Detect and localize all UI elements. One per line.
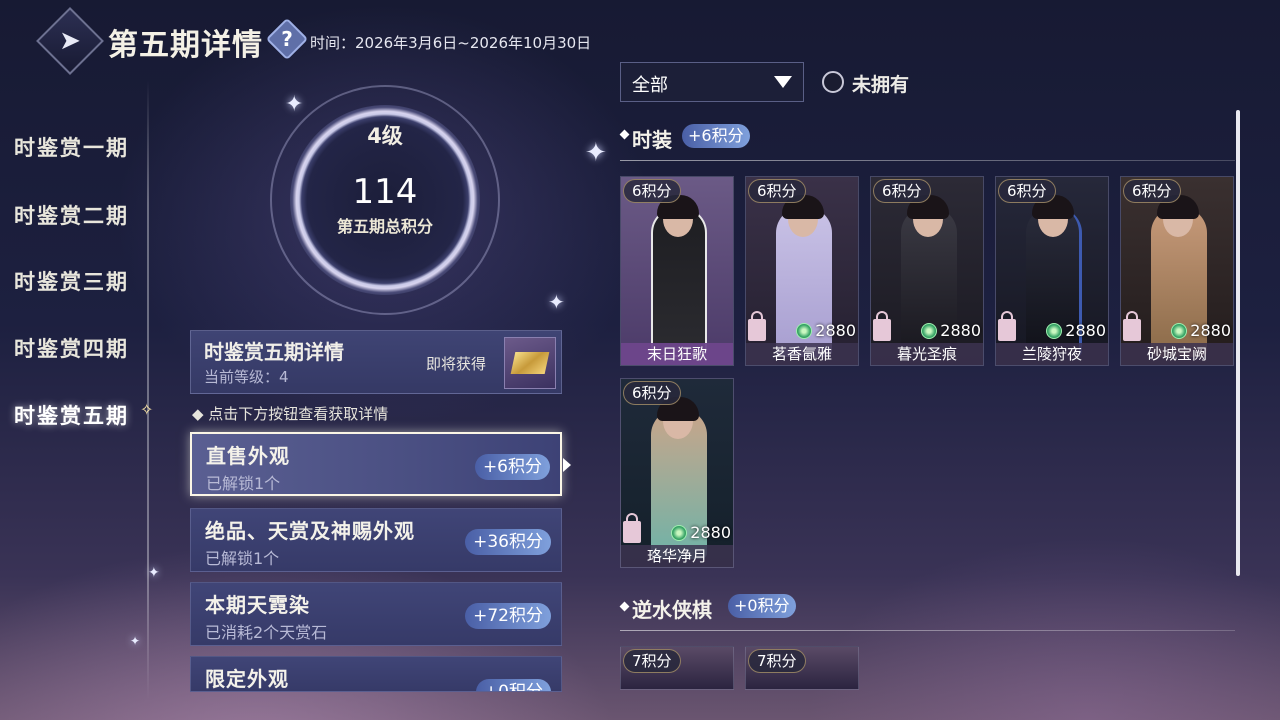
section-bullet-icon (619, 601, 630, 612)
sparkle-icon: ✦ (585, 138, 607, 168)
lock-icon (623, 513, 641, 543)
item-points-badge: 6积分 (1123, 179, 1181, 203)
sparkle-icon: ✦ (285, 92, 304, 117)
chess-item[interactable]: 7积分 (620, 646, 734, 690)
category-premium-appearance[interactable]: 绝品、天赏及神赐外观 已解锁1个 +36积分 (190, 508, 562, 572)
jade-coin-icon (796, 323, 813, 339)
category-dye[interactable]: 本期天霓染 已消耗2个天赏石 +72积分 (190, 582, 562, 646)
period-detail-title: 时鉴赏五期详情 (204, 340, 344, 364)
category-points-badge: +0积分 (475, 679, 551, 691)
category-points-badge: +36积分 (465, 529, 551, 555)
active-category-arrow-icon (563, 458, 571, 472)
category-subtitle: 已消耗2个天赏石 (205, 623, 328, 642)
category-title: 本期天霓染 (205, 593, 310, 617)
active-indicator-icon: ✧ (140, 400, 154, 419)
item-points-badge: 6积分 (748, 179, 806, 203)
fashion-item[interactable]: 6积分 2880 暮光圣痕 (870, 176, 984, 366)
item-points-badge: 6积分 (623, 381, 681, 405)
item-name: 兰陵狩夜 (996, 343, 1108, 365)
section-title-fashion: 时装 (632, 128, 672, 152)
category-points-badge: +72积分 (465, 603, 551, 629)
category-direct-sale[interactable]: 直售外观 已解锁1个 +6积分 (190, 432, 562, 496)
lock-icon (873, 311, 891, 341)
item-price: 2880 (671, 523, 731, 543)
upcoming-reward-thumbnail[interactable] (504, 337, 556, 389)
scrollbar[interactable] (1236, 110, 1240, 576)
lock-icon (998, 311, 1016, 341)
item-name: 茗香氤雅 (746, 343, 858, 365)
item-price: 2880 (796, 321, 856, 341)
fashion-item[interactable]: 6积分 2880 兰陵狩夜 (995, 176, 1109, 366)
sidebar-item-period-4[interactable]: 时鉴赏四期 (14, 333, 129, 363)
sparkle-icon: ✦ (548, 290, 565, 314)
jade-coin-icon (1171, 323, 1188, 339)
item-price: 2880 (1171, 321, 1231, 341)
category-subtitle: 已解锁1个 (206, 474, 281, 493)
category-title: 限定外观 (205, 667, 289, 691)
filter-selected-value: 全部 (632, 75, 668, 96)
section-bullet-icon (619, 129, 630, 140)
sidebar-divider (147, 80, 149, 700)
item-points-badge: 7积分 (748, 649, 806, 673)
current-level: 当前等级：4 (204, 368, 289, 386)
not-owned-radio[interactable] (822, 71, 844, 93)
page-title: 第五期详情 (108, 28, 263, 63)
category-points-badge: +6积分 (474, 454, 550, 480)
jade-coin-icon (921, 323, 938, 339)
fashion-item[interactable]: 6积分 末日狂歌 (620, 176, 734, 366)
item-points-badge: 6积分 (873, 179, 931, 203)
sidebar-item-period-5[interactable]: 时鉴赏五期 (14, 400, 129, 430)
back-arrow-icon: ➤ (59, 26, 81, 56)
item-price: 2880 (921, 321, 981, 341)
item-points-badge: 6积分 (623, 179, 681, 203)
fashion-item[interactable]: 6积分 2880 茗香氤雅 (745, 176, 859, 366)
item-name: 末日狂歌 (621, 343, 733, 365)
item-name: 砂城宝阙 (1121, 343, 1233, 365)
chess-item[interactable]: 7积分 (745, 646, 859, 690)
fashion-item[interactable]: 6积分 2880 砂城宝阙 (1120, 176, 1234, 366)
total-score-label: 第五期总积分 (336, 217, 433, 236)
lock-icon (748, 311, 766, 341)
item-name: 珞华净月 (621, 545, 733, 567)
instruction-hint: ◆ 点击下方按钮查看获取详情 (192, 405, 389, 423)
item-points-badge: 7积分 (623, 649, 681, 673)
sidebar-item-period-1[interactable]: 时鉴赏一期 (14, 132, 129, 162)
sparkle-icon: ✦ (148, 565, 160, 581)
section-divider (620, 630, 1235, 631)
help-button[interactable]: ? (265, 17, 309, 61)
item-name: 暮光圣痕 (871, 343, 983, 365)
category-subtitle: 已解锁1个 (205, 549, 280, 568)
item-points-badge: 6积分 (998, 179, 1056, 203)
sparkle-icon: ✦ (130, 634, 141, 648)
question-icon: ? (281, 27, 293, 51)
category-title: 绝品、天赏及神赐外观 (205, 519, 415, 543)
section-points-badge: +6积分 (682, 124, 750, 148)
sidebar-item-period-3[interactable]: 时鉴赏三期 (14, 266, 129, 296)
sidebar-item-period-2[interactable]: 时鉴赏二期 (14, 200, 129, 230)
not-owned-label[interactable]: 未拥有 (852, 70, 909, 97)
total-score: 114 (352, 172, 418, 212)
jade-coin-icon (671, 525, 688, 541)
item-price: 2880 (1046, 321, 1106, 341)
fashion-item[interactable]: 6积分 2880 珞华净月 (620, 378, 734, 568)
back-button[interactable]: ➤ (36, 7, 104, 75)
section-title-chess: 逆水侠棋 (632, 598, 712, 622)
upcoming-reward-label: 即将获得 (426, 355, 487, 373)
section-points-badge: +0积分 (728, 594, 796, 618)
jade-coin-icon (1046, 323, 1063, 339)
chevron-down-icon (774, 76, 792, 88)
section-divider (620, 160, 1235, 161)
level-label: 4级 (367, 124, 403, 148)
category-limited-appearance[interactable]: 限定外观 +0积分 (190, 656, 562, 692)
category-title: 直售外观 (206, 444, 290, 468)
time-range-label: 时间：2026年3月6日~2026年10月30日 (310, 34, 592, 52)
lock-icon (1123, 311, 1141, 341)
